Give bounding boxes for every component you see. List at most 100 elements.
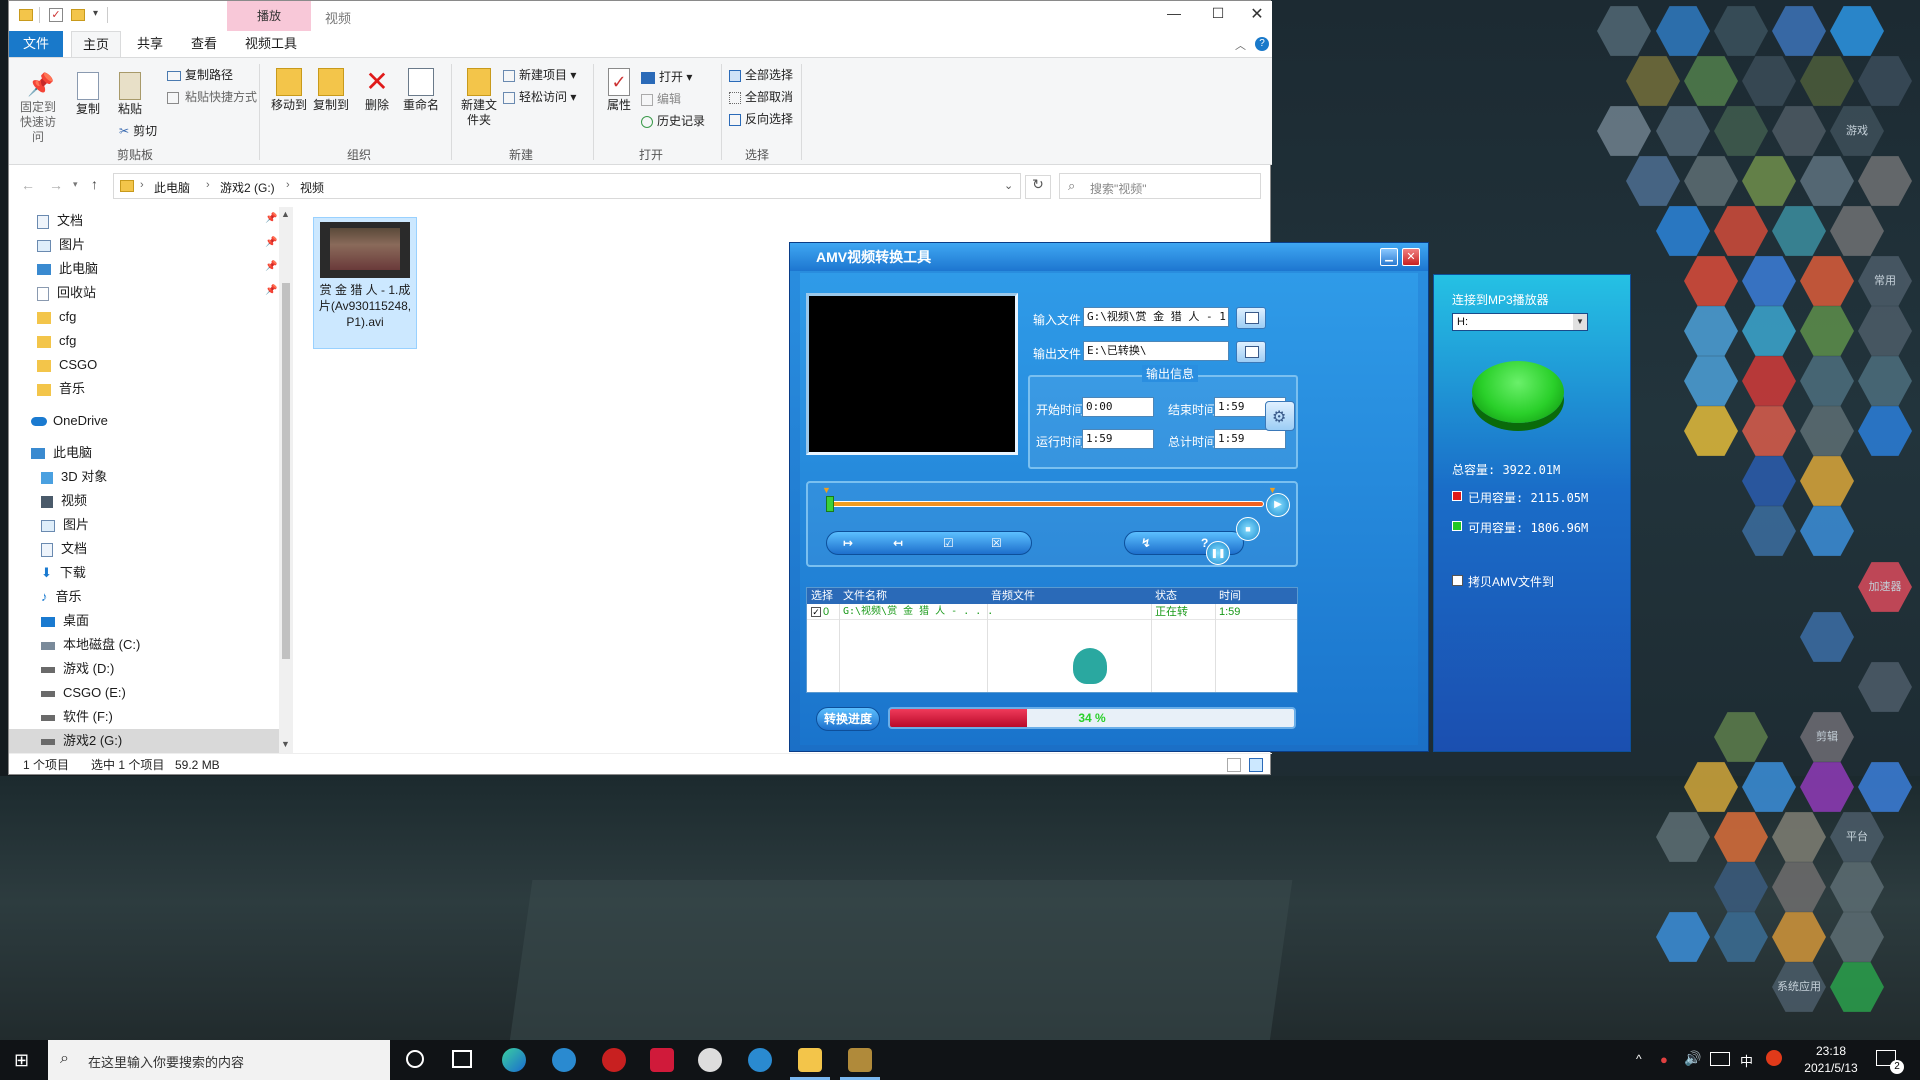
clock-time[interactable]: 23:18	[1796, 1044, 1866, 1058]
drive-select[interactable]: H: ▼	[1452, 313, 1588, 331]
chevron-down-icon[interactable]: ▼	[281, 739, 290, 749]
tab-file[interactable]: 文件	[9, 31, 63, 57]
nav-item-csgo[interactable]: CSGO	[37, 353, 97, 377]
col-header-time[interactable]: 时间	[1219, 588, 1241, 604]
browse-input-button[interactable]	[1236, 307, 1266, 329]
nav-item-music[interactable]: ♪ 音乐	[41, 585, 82, 609]
windows-start-icon[interactable]: ⊞	[14, 1050, 34, 1070]
qq-browser-icon[interactable]	[552, 1048, 576, 1072]
keyboard-icon[interactable]	[1710, 1052, 1730, 1066]
nav-item-this-pc[interactable]: 此电脑	[31, 441, 92, 465]
run-time-field[interactable]: 1:59	[1082, 429, 1154, 449]
volume-icon[interactable]: 🔊	[1684, 1050, 1701, 1067]
rename-button[interactable]: 重命名	[401, 68, 441, 113]
cortana-icon[interactable]	[406, 1050, 424, 1068]
address-bar[interactable]: › 此电脑 › 游戏2 (G:) › 视频 ⌄	[113, 173, 1021, 199]
new-item-button[interactable]: 新建项目 ▾	[503, 66, 576, 83]
open-button[interactable]: 打开 ▾	[641, 68, 692, 85]
minimize-button[interactable]: —	[1159, 5, 1189, 27]
tab-video-tools[interactable]: 视频工具	[229, 31, 313, 57]
total-time-field[interactable]: 1:59	[1214, 429, 1286, 449]
start-time-field[interactable]: 0:00	[1082, 397, 1154, 417]
select-none-button[interactable]: 全部取消	[729, 88, 793, 105]
recent-dropdown-icon[interactable]: ▾	[73, 179, 78, 190]
amv-minimize-button[interactable]: ▁	[1380, 248, 1398, 266]
nav-item-documents-pc[interactable]: 文档	[41, 537, 87, 561]
breadcrumb-videos[interactable]: 视频	[300, 179, 324, 196]
file-item-selected[interactable]: 赏 金 猎 人 - 1.成片(Av930115248,P1).avi	[313, 217, 417, 349]
up-arrow-icon[interactable]: ↑	[91, 176, 98, 192]
paste-button[interactable]: 粘贴	[113, 72, 147, 117]
table-row[interactable]: ✓ 0 G:\视频\赏 金 猎 人 - . . . 正在转 1:59	[807, 604, 1297, 620]
browse-output-button[interactable]	[1236, 341, 1266, 363]
copy-to-button[interactable]: 复制到	[311, 68, 351, 113]
timeline-range[interactable]	[828, 501, 1264, 507]
sogou-ime-icon[interactable]	[1766, 1050, 1782, 1066]
pin-icon[interactable]: 📌	[265, 285, 277, 296]
search-box[interactable]: ⌕ 搜索"视频"	[1059, 173, 1261, 199]
input-file-field[interactable]: G:\视频\赏 金 猎 人 - 1.成	[1083, 307, 1229, 327]
help-icon[interactable]: ?	[1255, 37, 1269, 51]
tab-view[interactable]: 查看	[179, 31, 229, 57]
pin-icon[interactable]: 📌	[265, 237, 277, 248]
breadcrumb-this-pc[interactable]: 此电脑	[154, 179, 190, 196]
row-checkbox[interactable]: ✓	[811, 607, 821, 617]
forward-arrow-icon[interactable]: →	[49, 177, 63, 193]
move-to-button[interactable]: 移动到	[269, 68, 309, 113]
col-header-audio[interactable]: 音频文件	[991, 588, 1035, 604]
nav-item-pictures[interactable]: 图片	[37, 233, 85, 257]
history-button[interactable]: 历史记录	[641, 112, 705, 129]
refresh-icon[interactable]: ↻	[1025, 175, 1051, 199]
contextual-tab-play[interactable]: 播放	[227, 1, 311, 31]
easy-access-button[interactable]: 轻松访问 ▾	[503, 88, 576, 105]
breadcrumb-drive[interactable]: 游戏2 (G:)	[220, 179, 275, 196]
nav-item-drive-g-selected[interactable]: 游戏2 (G:)	[9, 729, 279, 753]
chevron-up-icon[interactable]: ︿	[1235, 37, 1246, 53]
clock-date[interactable]: 2021/5/13	[1796, 1061, 1866, 1075]
app-adobe-icon[interactable]	[650, 1048, 674, 1072]
large-icons-view-icon[interactable]	[1249, 758, 1263, 772]
close-button[interactable]: ✕	[1245, 4, 1269, 26]
cut-button[interactable]: ✂ 剪切	[119, 122, 157, 139]
properties-quick-icon[interactable]: ✓	[49, 8, 63, 22]
paste-shortcut-button[interactable]: 粘贴快捷方式	[167, 88, 257, 105]
details-view-icon[interactable]	[1227, 758, 1241, 772]
col-header-select[interactable]: 选择	[811, 588, 833, 604]
pause-button[interactable]: ❚❚	[1206, 541, 1230, 565]
set-end-icon[interactable]: ↤	[893, 532, 903, 554]
chevron-up-icon[interactable]: ▲	[281, 209, 290, 219]
back-arrow-icon[interactable]: ←	[21, 177, 35, 193]
nav-item-this-pc-quick[interactable]: 此电脑	[37, 257, 98, 281]
nav-scrollbar[interactable]: ▲ ▼	[279, 207, 293, 753]
remove-icon[interactable]: ☒	[991, 532, 1002, 554]
chevron-down-icon[interactable]: ⌄	[1004, 179, 1013, 192]
app-red-icon[interactable]	[602, 1048, 626, 1072]
quick-access-dropdown-icon[interactable]: ▾	[93, 8, 98, 19]
pin-icon[interactable]: 📌	[265, 261, 277, 272]
output-file-field[interactable]: E:\已转换\	[1083, 341, 1229, 361]
convert-icon[interactable]: ↯	[1141, 532, 1151, 554]
ime-indicator[interactable]: 中	[1740, 1051, 1753, 1070]
new-folder-quick-icon[interactable]	[71, 9, 85, 21]
set-start-icon[interactable]: ↦	[843, 532, 853, 554]
nav-item-cfg[interactable]: cfg	[37, 305, 76, 329]
nav-item-desktop[interactable]: 桌面	[41, 609, 89, 633]
nav-item-recycle-bin[interactable]: 回收站	[37, 281, 96, 305]
amv-converter-icon[interactable]	[848, 1048, 872, 1072]
amv-close-button[interactable]: ✕	[1402, 248, 1420, 266]
scrollbar-thumb[interactable]	[282, 283, 290, 659]
chevron-down-icon[interactable]: ▼	[1573, 314, 1587, 330]
nav-item-videos[interactable]: 视频	[41, 489, 87, 513]
settings-button[interactable]: ⚙	[1265, 401, 1295, 431]
check-all-icon[interactable]: ☑	[943, 532, 954, 554]
nav-item-drive-c[interactable]: 本地磁盘 (C:)	[41, 633, 140, 657]
invert-selection-button[interactable]: 反向选择	[729, 110, 793, 127]
delete-button[interactable]: ✕ 删除	[361, 68, 393, 113]
file-explorer-icon[interactable]	[798, 1048, 822, 1072]
nav-item-cfg[interactable]: cfg	[37, 329, 76, 353]
copy-button[interactable]: 复制	[71, 72, 105, 117]
nav-item-onedrive[interactable]: OneDrive	[31, 409, 108, 433]
pin-icon[interactable]: 📌	[265, 213, 277, 224]
nav-item-music-quick[interactable]: 音乐	[37, 377, 85, 401]
timeline-playhead[interactable]	[826, 496, 834, 512]
